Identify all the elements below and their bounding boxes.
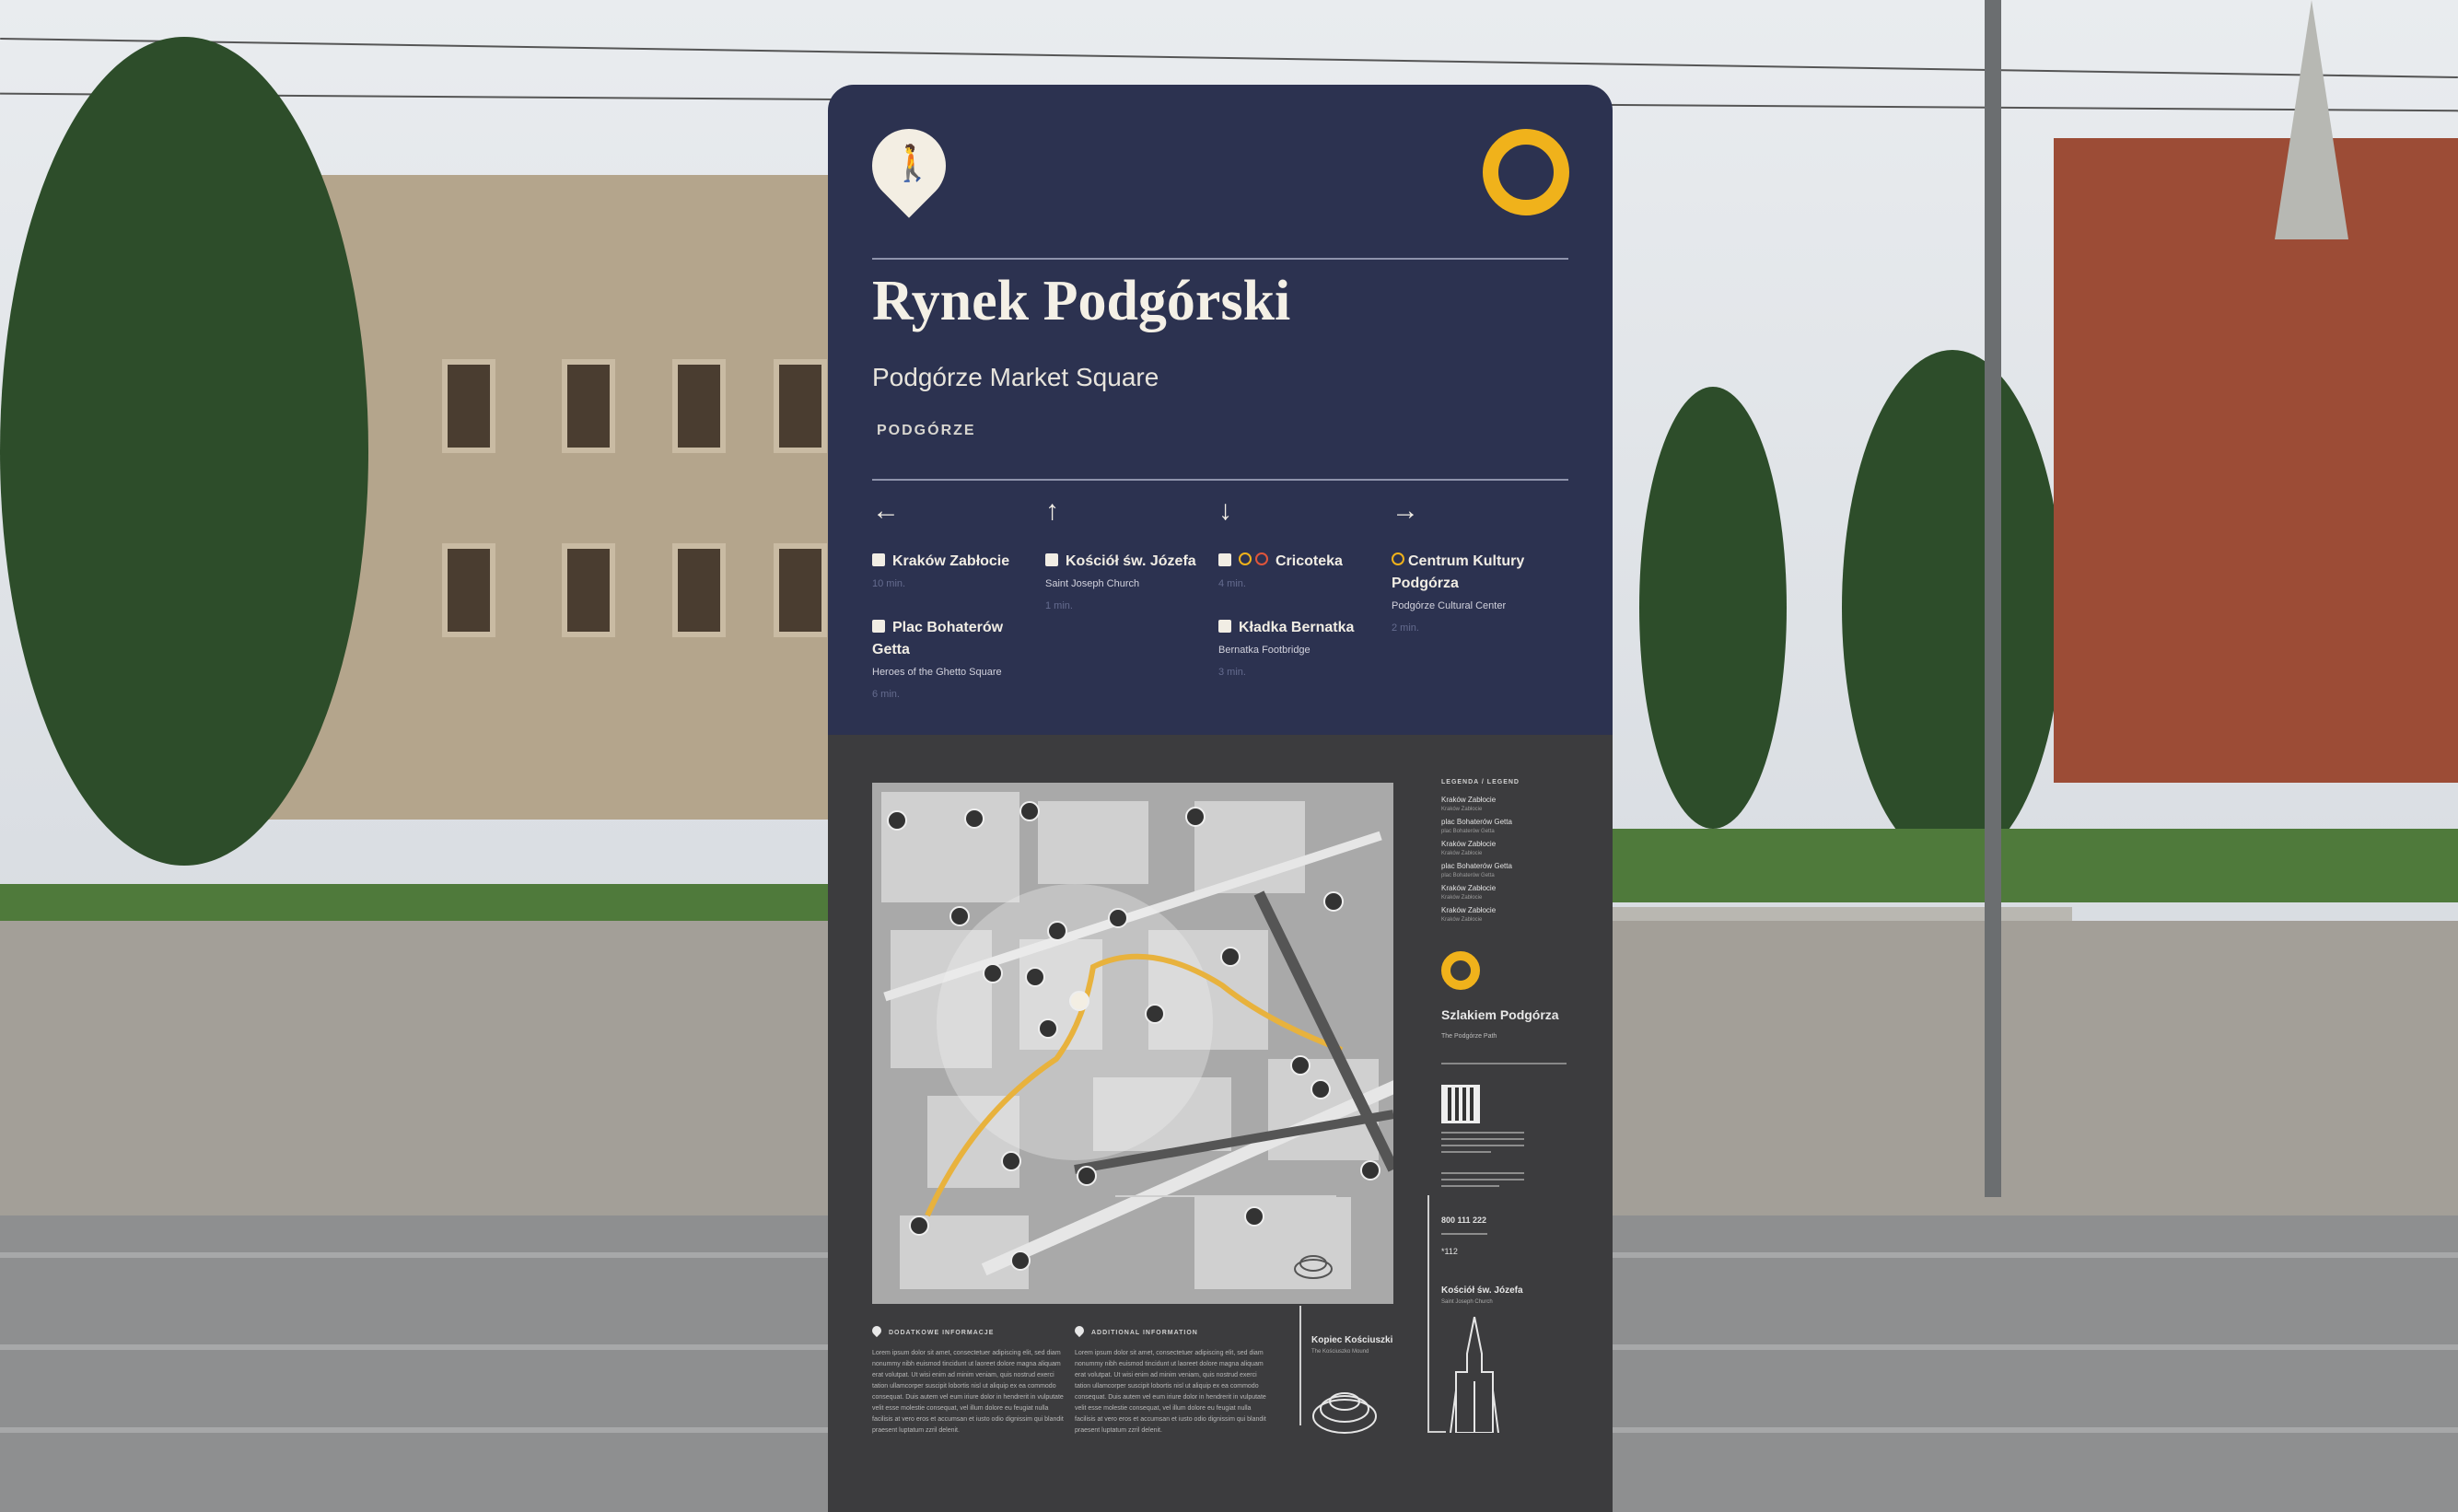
info-text-pl: Lorem ipsum dolor sit amet, consectetuer… <box>872 1350 1064 1434</box>
legend-heading: LEGENDA / LEGEND <box>1441 779 1520 785</box>
arrow-right-icon: → <box>1392 495 1419 526</box>
legend-item: Kraków Zabłocie Kraków Zabłocie <box>1441 906 1497 923</box>
map-panel: LEGENDA / LEGEND Kraków Zabłocie Kraków Z… <box>828 735 1613 1512</box>
destination-plac-bohaterow-getta: Plac Bohaterów Getta Heroes of the Ghett… <box>872 620 1004 700</box>
fine-print <box>1441 1228 1487 1239</box>
fine-print <box>1441 1127 1524 1157</box>
lamp-pole <box>1985 0 2001 1197</box>
church-spire <box>2275 0 2348 239</box>
tree <box>1639 387 1787 829</box>
mound-map-marker-icon <box>1294 1255 1333 1279</box>
destination-kosciol-sw-jozefa: Kościół św. Józefa Saint Joseph Church 1… <box>1045 553 1196 611</box>
bus-icon <box>1001 1151 1021 1171</box>
info-heading-pl: DODATKOWE INFORMACJE <box>869 1323 994 1338</box>
info-icon <box>1311 1079 1331 1099</box>
bus-icon <box>1019 801 1040 821</box>
bus-icon <box>1220 947 1241 967</box>
church-icon <box>909 1215 929 1236</box>
ring-icon <box>1483 129 1569 215</box>
route-subtitle: The Podgórze Path <box>1441 1033 1497 1040</box>
legend-item: plac Bohaterów Getta plac Bohaterów Getta <box>1441 862 1512 878</box>
route-title: Szlakiem Podgórza <box>1441 1007 1559 1022</box>
destination-centrum-kultury-podgorza: Centrum Kultury Podgórza Podgórze Cultur… <box>1392 552 1525 634</box>
walking-route <box>925 890 1393 1217</box>
leader-line <box>1115 1195 1336 1197</box>
church-icon <box>887 810 907 831</box>
info-icon <box>1244 1206 1264 1227</box>
info-icon <box>1038 1018 1058 1039</box>
info-text-en: Lorem ipsum dolor sit amet, consectetuer… <box>1075 1350 1266 1434</box>
bus-icon <box>1047 921 1067 941</box>
bus-icon <box>1323 891 1344 912</box>
legend-item: Kraków Zabłocie Kraków Zabłocie <box>1441 840 1497 856</box>
destination-krakow-zablocie: Kraków Zabłocie 10 min. <box>872 553 1010 589</box>
arrow-up-icon: ↑ <box>1045 495 1059 526</box>
leader-line <box>1427 1431 1446 1433</box>
church-icon <box>1290 1055 1311 1076</box>
info-icon <box>1108 908 1128 928</box>
ring-icon <box>1392 552 1404 565</box>
divider <box>872 258 1568 260</box>
phone-number: 800 111 222 <box>1441 1215 1487 1225</box>
divider <box>1441 1063 1567 1064</box>
fine-print <box>1441 1168 1524 1192</box>
tree <box>1842 350 2063 866</box>
qr-code-icon <box>1441 1085 1480 1123</box>
destination-kladka-bernatka: Kładka Bernatka Bernatka Footbridge 3 mi… <box>1218 620 1355 678</box>
bus-icon <box>1010 1250 1031 1271</box>
arrow-down-icon: ↓ <box>1218 495 1232 526</box>
district-label: PODGÓRZE <box>877 423 976 438</box>
destination-cricoteka: Cricoteka 4 min. <box>1218 552 1343 589</box>
church-icon <box>1045 553 1058 566</box>
leader-line <box>1427 1195 1429 1431</box>
ring-icon <box>1239 552 1252 565</box>
lawn <box>1613 829 2458 902</box>
church-icon <box>1145 1004 1165 1024</box>
mound-illustration-icon <box>1312 1392 1377 1434</box>
ring-icon <box>1255 552 1268 565</box>
legend-item: Kraków Zabłocie Kraków Zabłocie <box>1441 884 1497 901</box>
legend-item: Kraków Zabłocie Kraków Zabłocie <box>1441 796 1497 812</box>
bike-icon <box>1077 1166 1097 1186</box>
museum-icon <box>872 620 885 633</box>
train-icon <box>1360 1160 1380 1181</box>
signpost-panel: 🚶 Rynek Podgórski Podgórze Market Square… <box>828 85 1613 735</box>
bus-icon <box>983 963 1003 983</box>
page-subtitle: Podgórze Market Square <box>872 363 1159 391</box>
info-icon <box>1025 967 1045 987</box>
bridge-icon <box>1218 620 1231 633</box>
church-illustration-icon <box>1450 1317 1499 1433</box>
museum-icon <box>1218 553 1231 566</box>
arrow-left-icon: ← <box>872 495 900 526</box>
tree <box>0 37 368 866</box>
page-title: Rynek Podgórski <box>872 270 1291 332</box>
bus-icon <box>1185 807 1206 827</box>
train-icon <box>872 553 885 566</box>
church-icon <box>964 808 984 829</box>
legend-item: plac Bohaterów Getta plac Bohaterów Getta <box>1441 818 1512 834</box>
leader-line <box>1299 1306 1301 1425</box>
district-map <box>872 783 1393 1304</box>
location-pin-icon <box>869 1323 884 1338</box>
ring-icon <box>1441 951 1480 990</box>
location-pin-icon <box>1072 1323 1087 1338</box>
you-are-here-icon <box>1069 991 1089 1011</box>
info-heading-en: ADDITIONAL INFORMATION <box>1072 1323 1198 1338</box>
church-building <box>2054 138 2458 783</box>
divider <box>872 479 1568 481</box>
church-icon <box>949 906 970 926</box>
church-landmark-label: Kościół św. Józefa Saint Joseph Church <box>1441 1285 1523 1305</box>
emergency-number: *112 <box>1441 1247 1458 1256</box>
pedestrian-icon: 🚶 <box>891 145 935 183</box>
mound-landmark-label: Kopiec Kościuszki The Kościuszko Mound <box>1311 1335 1393 1355</box>
